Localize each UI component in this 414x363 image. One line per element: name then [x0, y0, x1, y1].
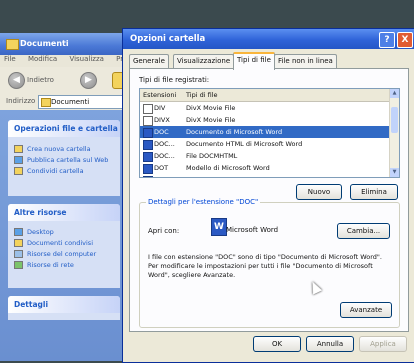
- panel-header[interactable]: Altre risorse: [8, 204, 120, 221]
- details-groupbox: Dettagli per l'estensione "DOC" Apri con…: [139, 198, 400, 328]
- divx-icon: [143, 116, 153, 126]
- divx-icon: [143, 104, 153, 114]
- word-icon: [143, 140, 153, 150]
- file-types-panel: Tipi di file registrati: Estensioni Tipi…: [129, 68, 409, 332]
- tab-general[interactable]: Generale: [129, 54, 169, 68]
- new-folder-icon: [14, 145, 23, 153]
- tab-offline-files[interactable]: File non in linea: [274, 54, 337, 68]
- list-header: Estensioni Tipi di file: [140, 89, 399, 102]
- place-my-computer[interactable]: Risorse del computer: [8, 249, 120, 260]
- ok-button[interactable]: OK: [253, 336, 301, 352]
- details-legend: Dettagli per l'estensione "DOC": [146, 198, 261, 206]
- panel-header[interactable]: Dettagli: [8, 296, 120, 313]
- row-extension: DOC...: [154, 152, 175, 160]
- row-extension: DOT: [154, 164, 169, 172]
- file-type-row[interactable]: DOC Documento di Microsoft Word: [140, 126, 390, 138]
- row-extension: DOC: [154, 128, 169, 136]
- row-extension: DIVX: [154, 116, 170, 124]
- mouse-pointer-icon: [307, 279, 323, 295]
- folder-options-dialog: Opzioni cartella ? X Generale Visualizza…: [122, 28, 414, 363]
- panel-file-folder-tasks: Operazioni file e cartella Crea nuova ca…: [8, 120, 120, 196]
- forward-arrow-icon[interactable]: ▶: [80, 72, 97, 89]
- file-types-list[interactable]: Estensioni Tipi di file DIV DivX Movie Fi…: [139, 88, 400, 178]
- file-type-row[interactable]: DIV DivX Movie File: [140, 102, 390, 114]
- close-button[interactable]: X: [397, 32, 413, 48]
- change-button[interactable]: Cambia...: [337, 223, 390, 239]
- row-extension: DOT: [154, 174, 168, 177]
- panel-details: Dettagli: [8, 296, 120, 320]
- computer-icon: [14, 250, 23, 258]
- explorer-title: Documenti: [20, 39, 69, 48]
- app-name: Microsoft Word: [226, 226, 279, 234]
- word-icon: [143, 176, 153, 177]
- row-extension: DIV: [154, 104, 166, 112]
- task-share-folder[interactable]: Condividi cartella: [8, 166, 120, 177]
- word-icon: W: [211, 218, 227, 236]
- apply-button[interactable]: Applica: [359, 336, 407, 352]
- file-type-row[interactable]: DIVX DivX Movie File: [140, 114, 390, 126]
- back-button-label[interactable]: Indietro: [27, 76, 54, 84]
- column-file-types[interactable]: Tipi di file: [186, 91, 217, 99]
- task-new-folder[interactable]: Crea nuova cartella: [8, 144, 120, 155]
- list-scrollbar[interactable]: ▲ ▼: [389, 89, 399, 177]
- panel-other-places: Altre risorse Desktop Documenti condivis…: [8, 204, 120, 288]
- folder-icon: [6, 39, 19, 50]
- tab-view[interactable]: Visualizzazione: [173, 54, 235, 68]
- globe-icon: [14, 156, 23, 164]
- row-file-type: Documento HTML di Microsoft Word: [186, 140, 303, 148]
- word-icon: [143, 128, 153, 138]
- network-icon: [14, 261, 23, 269]
- row-file-type: File DOCMHTML: [186, 152, 238, 160]
- panel-header[interactable]: Operazioni file e cartella: [8, 120, 120, 137]
- menu-visualizza[interactable]: Visualizza: [69, 55, 103, 63]
- back-arrow-icon[interactable]: ◀: [8, 72, 25, 89]
- column-extensions[interactable]: Estensioni: [143, 91, 176, 99]
- place-shared-docs[interactable]: Documenti condivisi: [8, 238, 120, 249]
- address-value: Documenti: [51, 98, 90, 106]
- place-network[interactable]: Risorse di rete: [8, 260, 120, 271]
- cancel-button[interactable]: Annulla: [306, 336, 354, 352]
- file-type-row[interactable]: DOT Modello HTML di Microsoft Word: [140, 174, 390, 177]
- scroll-thumb[interactable]: [391, 107, 398, 133]
- registered-types-label: Tipi di file registrati:: [139, 76, 210, 84]
- folder-icon: [14, 239, 23, 247]
- task-pane: Operazioni file e cartella Crea nuova ca…: [0, 110, 126, 361]
- advanced-button[interactable]: Avanzate: [340, 302, 392, 318]
- file-type-row[interactable]: DOC... File DOCMHTML: [140, 150, 390, 162]
- word-icon: [143, 164, 153, 174]
- address-label: Indirizzo: [6, 97, 36, 105]
- task-publish-web[interactable]: Pubblica cartella sul Web: [8, 155, 120, 166]
- tab-file-types[interactable]: Tipi di file: [233, 52, 275, 70]
- delete-button[interactable]: Elimina: [350, 184, 398, 200]
- scroll-down-icon[interactable]: ▼: [390, 168, 399, 177]
- file-type-row[interactable]: DOT Modello di Microsoft Word: [140, 162, 390, 174]
- new-button[interactable]: Nuovo: [296, 184, 342, 200]
- row-file-type: Modello di Microsoft Word: [186, 164, 270, 172]
- menu-modifica[interactable]: Modifica: [28, 55, 57, 63]
- row-file-type: DivX Movie File: [186, 116, 236, 124]
- help-button[interactable]: ?: [379, 32, 395, 48]
- folder-icon: [41, 98, 51, 107]
- menu-file[interactable]: File: [4, 55, 16, 63]
- dialog-title: Opzioni cartella: [130, 34, 206, 44]
- row-file-type: Documento di Microsoft Word: [186, 128, 283, 136]
- row-file-type: Modello HTML di Microsoft Word: [186, 174, 290, 177]
- details-info: I file con estensione "DOC" sono di tipo…: [148, 253, 382, 279]
- dialog-titlebar[interactable]: Opzioni cartella ? X: [123, 29, 414, 49]
- file-type-row[interactable]: DOC... Documento HTML di Microsoft Word: [140, 138, 390, 150]
- scroll-up-icon[interactable]: ▲: [390, 89, 399, 98]
- place-desktop[interactable]: Desktop: [8, 227, 120, 238]
- word-icon: [143, 152, 153, 162]
- opens-with-label: Apri con:: [148, 227, 180, 235]
- row-extension: DOC...: [154, 140, 175, 148]
- desktop-icon: [14, 228, 23, 236]
- row-file-type: DivX Movie File: [186, 104, 236, 112]
- share-folder-icon: [14, 167, 23, 175]
